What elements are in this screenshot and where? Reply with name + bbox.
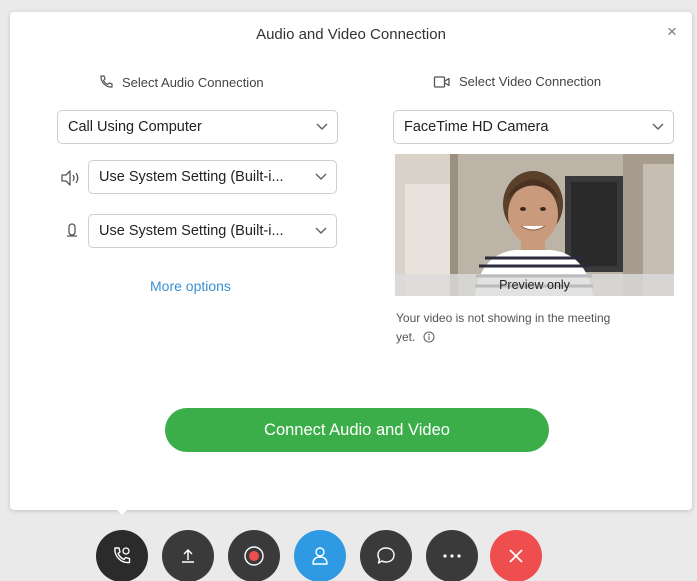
speaker-value: Use System Setting (Built-i... — [99, 169, 284, 185]
speaker-select[interactable]: Use System Setting (Built-i... — [88, 160, 337, 194]
video-camera-icon — [433, 75, 450, 88]
audio-video-dialog: Audio and Video Connection × Select Audi… — [10, 12, 692, 510]
camera-select[interactable]: FaceTime HD Camera — [393, 110, 674, 144]
phone-settings-icon — [114, 547, 131, 564]
upload-icon — [182, 548, 194, 563]
more-icon — [443, 554, 461, 558]
record-icon — [244, 546, 264, 566]
leave-button[interactable] — [490, 530, 542, 581]
chevron-down-icon — [652, 123, 664, 131]
video-section-label: Select Video Connection — [433, 74, 601, 89]
dialog-title: Audio and Video Connection — [256, 26, 446, 43]
preview-only-label: Preview only — [395, 274, 674, 296]
audio-connection-value: Call Using Computer — [68, 119, 202, 135]
participants-icon — [312, 547, 328, 565]
close-icon — [509, 549, 523, 563]
connect-audio-video-button[interactable]: Connect Audio and Video — [165, 408, 549, 452]
chat-icon — [377, 547, 395, 564]
chevron-down-icon — [315, 173, 327, 181]
record-button[interactable] — [228, 530, 280, 581]
audio-connection-button[interactable] — [96, 530, 148, 581]
video-preview: Preview only — [395, 154, 674, 296]
audio-section-text: Select Audio Connection — [122, 74, 264, 90]
close-button[interactable]: × — [662, 22, 682, 42]
speaker-icon — [61, 170, 79, 186]
info-icon[interactable] — [423, 331, 435, 343]
meeting-toolbar — [0, 520, 697, 581]
more-button[interactable] — [426, 530, 478, 581]
share-button[interactable] — [162, 530, 214, 581]
more-options-link[interactable]: More options — [150, 278, 231, 294]
participants-button[interactable] — [294, 530, 346, 581]
chevron-down-icon — [316, 123, 328, 131]
microphone-icon — [67, 223, 77, 237]
video-section-text: Select Video Connection — [459, 74, 602, 89]
dialog-pointer — [112, 505, 132, 515]
chat-button[interactable] — [360, 530, 412, 581]
audio-connection-select[interactable]: Call Using Computer — [57, 110, 338, 144]
audio-section-label: Select Audio Connection — [98, 74, 264, 90]
microphone-select[interactable]: Use System Setting (Built-i... — [88, 214, 337, 248]
chevron-down-icon — [315, 227, 327, 235]
camera-value: FaceTime HD Camera — [404, 119, 549, 135]
phone-icon — [100, 75, 113, 88]
video-notice: Your video is not showing in the meeting… — [396, 309, 626, 347]
microphone-value: Use System Setting (Built-i... — [99, 223, 284, 239]
